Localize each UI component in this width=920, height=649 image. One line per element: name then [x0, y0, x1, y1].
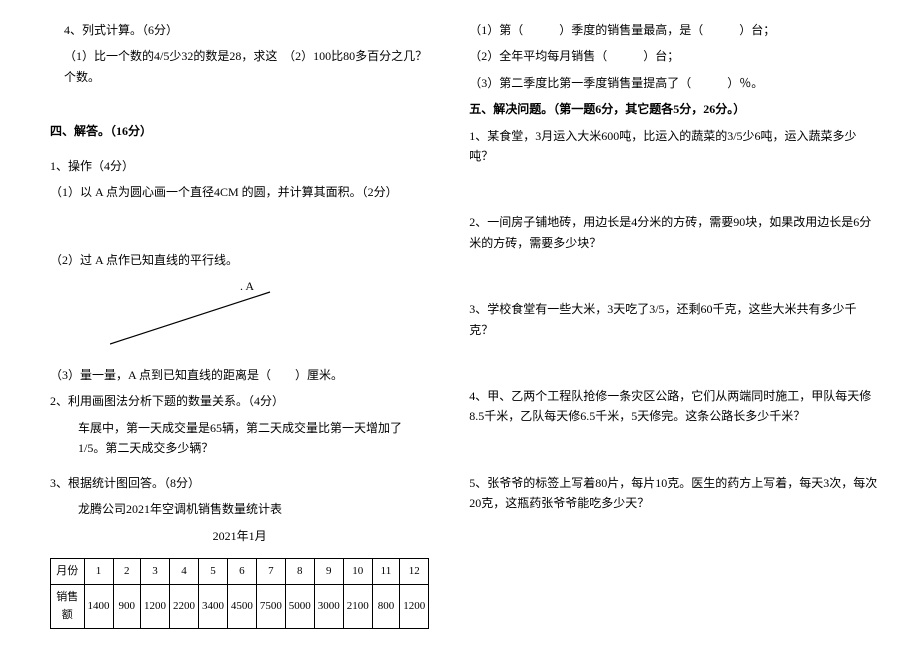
op-2-figure-wrap: . A [50, 276, 429, 364]
td-sales-label: 销售额 [51, 584, 85, 628]
q4-item-2: （2）100比80多百分之几？ [283, 46, 429, 87]
td-v3: 1200 [141, 584, 170, 628]
op-3: （3）量一量，A 点到已知直线的距离是（ ）厘米。 [50, 365, 429, 385]
section-5-title: 五、解决问题。（第一题6分，其它题各5分，26分。） [469, 99, 880, 119]
th-m6: 6 [227, 558, 256, 584]
right-column: （1）第（ ）季度的销售量最高，是（ ）台； （2）全年平均每月销售（ ）台； … [449, 20, 880, 629]
table-row: 销售额 1400 900 1200 2200 3400 4500 7500 50… [51, 584, 429, 628]
left-column: 4、列式计算。（6分） （1）比一个数的4/5少32的数是28，求这个数。 （2… [50, 20, 449, 629]
th-m7: 7 [256, 558, 285, 584]
table-row: 月份 1 2 3 4 5 6 7 8 9 10 11 12 [51, 558, 429, 584]
th-m5: 5 [198, 558, 227, 584]
td-v9: 3000 [314, 584, 343, 628]
td-v5: 3400 [198, 584, 227, 628]
td-v1: 1400 [84, 584, 113, 628]
th-m8: 8 [285, 558, 314, 584]
td-v4: 2200 [170, 584, 199, 628]
q3-date: 2021年1月 [50, 526, 429, 546]
td-v8: 5000 [285, 584, 314, 628]
op-1: （1）以 A 点为圆心画一个直径4CM 的圆，并计算其面积。（2分） [50, 182, 429, 202]
q4-title: 4、列式计算。（6分） [50, 20, 429, 40]
td-v12: 1200 [400, 584, 429, 628]
q3-title: 3、根据统计图回答。（8分） [50, 473, 429, 493]
op-2-point-label: . A [240, 276, 254, 296]
th-m11: 11 [372, 558, 400, 584]
line-figure-icon [110, 282, 280, 352]
td-v2: 900 [113, 584, 141, 628]
p2: 2、一间房子铺地砖，用边长是4分米的方砖，需要90块，如果改用边长是6分米的方砖… [469, 212, 880, 253]
q4-items: （1）比一个数的4/5少32的数是28，求这个数。 （2）100比80多百分之几… [50, 46, 429, 87]
th-m3: 3 [141, 558, 170, 584]
q2-title: 2、利用画图法分析下题的数量关系。（4分） [50, 391, 429, 411]
r3: （3）第二季度比第一季度销售量提高了（ ）％。 [469, 73, 880, 93]
p4: 4、甲、乙两个工程队抢修一条灾区公路，它们从两端同时施工，甲队每天修8.5千米，… [469, 386, 880, 427]
op-2: （2）过 A 点作已知直线的平行线。 [50, 250, 429, 270]
th-m2: 2 [113, 558, 141, 584]
p1: 1、某食堂，3月运入大米600吨，比运入的蔬菜的3/5少6吨，运入蔬菜多少吨？ [469, 126, 880, 167]
th-m12: 12 [400, 558, 429, 584]
sales-table: 月份 1 2 3 4 5 6 7 8 9 10 11 12 销售额 1400 9… [50, 558, 429, 629]
td-v11: 800 [372, 584, 400, 628]
worksheet-page: 4、列式计算。（6分） （1）比一个数的4/5少32的数是28，求这个数。 （2… [0, 0, 920, 649]
p3: 3、学校食堂有一些大米，3天吃了3/5，还剩60千克，这些大米共有多少千克？ [469, 299, 880, 340]
th-m9: 9 [314, 558, 343, 584]
td-v10: 2100 [343, 584, 372, 628]
th-m1: 1 [84, 558, 113, 584]
r2: （2）全年平均每月销售（ ）台； [469, 46, 880, 66]
r1: （1）第（ ）季度的销售量最高，是（ ）台； [469, 20, 880, 40]
q2-body: 车展中，第一天成交量是65辆，第二天成交量比第一天增加了1/5。第二天成交多少辆… [50, 418, 429, 459]
q4-item-1: （1）比一个数的4/5少32的数是28，求这个数。 [64, 46, 283, 87]
td-v7: 7500 [256, 584, 285, 628]
th-month: 月份 [51, 558, 85, 584]
th-m4: 4 [170, 558, 199, 584]
q3-caption: 龙腾公司2021年空调机销售数量统计表 [50, 499, 429, 519]
th-m10: 10 [343, 558, 372, 584]
section-4-title: 四、解答。（16分） [50, 121, 429, 141]
td-v6: 4500 [227, 584, 256, 628]
p5: 5、张爷爷的标签上写着80片，每片10克。医生的药方上写着，每天3次，每次20克… [469, 473, 880, 514]
op-title: 1、操作（4分） [50, 156, 429, 176]
